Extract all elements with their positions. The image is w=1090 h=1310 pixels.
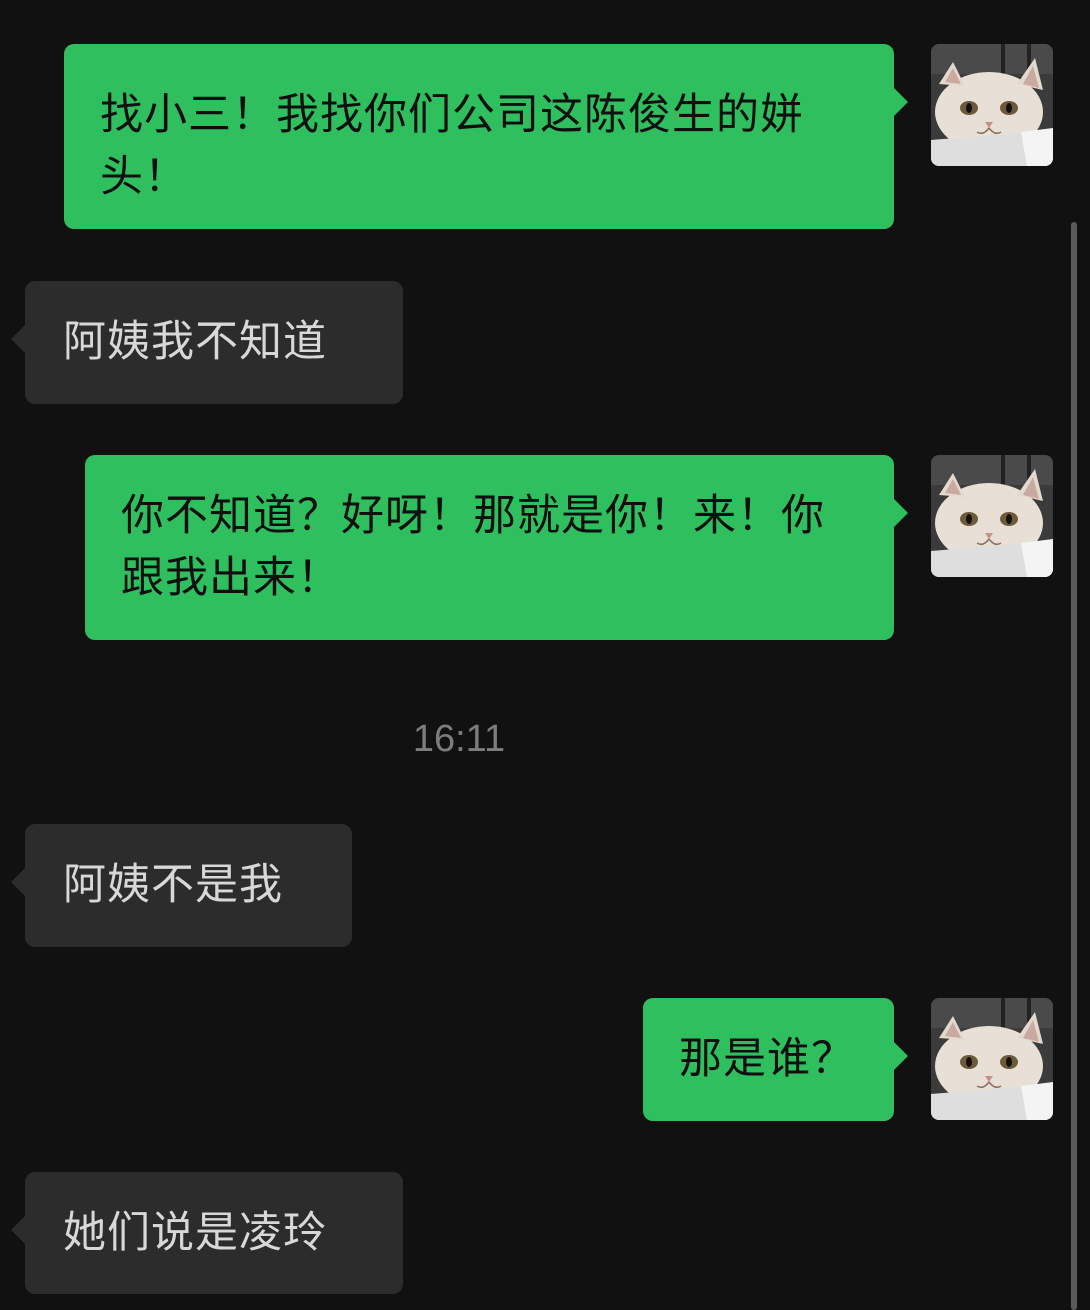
avatar[interactable] <box>931 455 1053 577</box>
message-bubble-incoming[interactable]: 阿姨我不知道 <box>11 281 403 404</box>
scrollbar[interactable] <box>1071 222 1077 1310</box>
avatar[interactable] <box>931 998 1053 1120</box>
message-text: 阿姨不是我 <box>63 860 283 910</box>
message-bubble-incoming[interactable]: 她们说是凌玲 <box>11 1172 403 1294</box>
cat-face-icon <box>931 455 1053 577</box>
message-bubble-outgoing[interactable]: 那是谁？ <box>643 998 908 1121</box>
message-timestamp: 16:11 <box>412 718 506 760</box>
message-text: 你不知道？好呀！那就是你！来！你跟我出来！ <box>121 491 825 603</box>
cat-face-icon <box>931 998 1053 1120</box>
message-text: 找小三！我找你们公司这陈俊生的姘头！ <box>100 90 804 202</box>
cat-face-icon <box>931 44 1053 166</box>
message-bubble-outgoing[interactable]: 找小三！我找你们公司这陈俊生的姘头！ <box>64 44 908 229</box>
message-bubble-outgoing[interactable]: 你不知道？好呀！那就是你！来！你跟我出来！ <box>85 455 908 640</box>
message-text: 那是谁？ <box>679 1034 855 1084</box>
message-text: 她们说是凌玲 <box>63 1208 327 1258</box>
avatar[interactable] <box>931 44 1053 166</box>
message-text: 阿姨我不知道 <box>63 317 327 367</box>
chat-view[interactable]: 找小三！我找你们公司这陈俊生的姘头！ 阿姨我不知道 你不知道？好呀！那就是你！来… <box>0 0 1090 1310</box>
message-bubble-incoming[interactable]: 阿姨不是我 <box>11 824 352 947</box>
